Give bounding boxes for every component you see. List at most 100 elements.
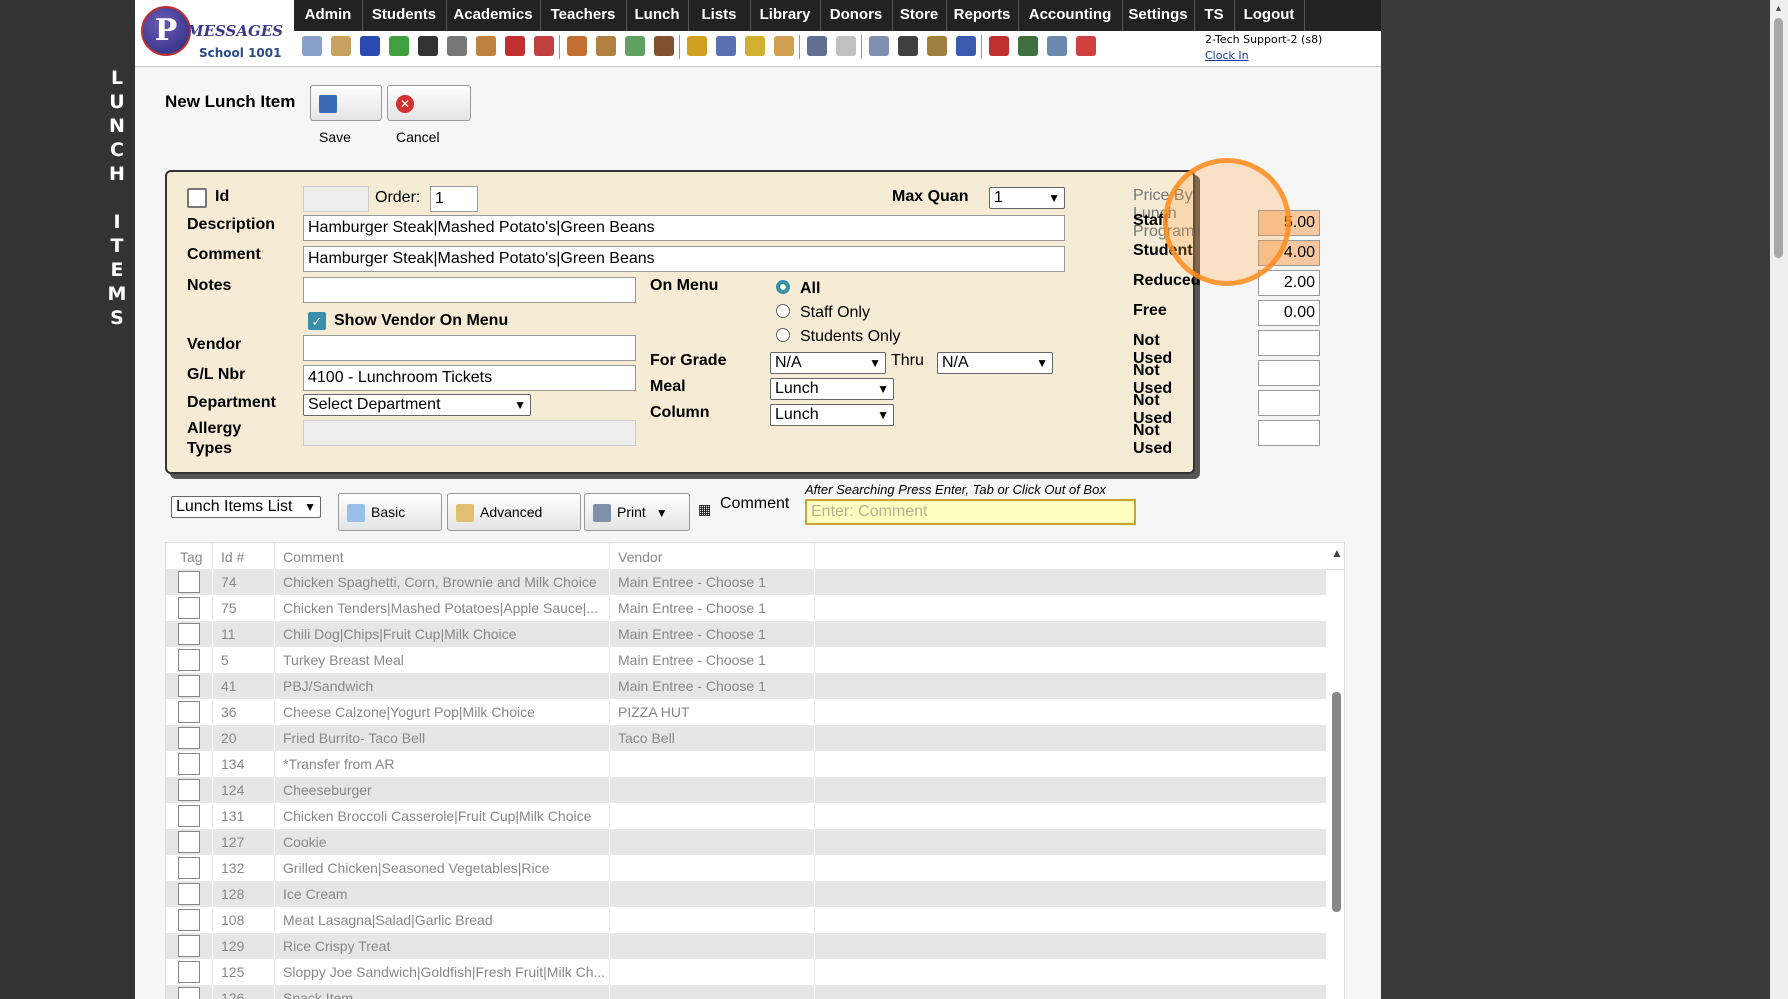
row-tag-checkbox[interactable] xyxy=(178,961,200,983)
group-icon[interactable] xyxy=(654,36,674,56)
row-tag-checkbox[interactable] xyxy=(178,883,200,905)
on-menu-all-radio[interactable] xyxy=(776,280,790,294)
document-icon[interactable] xyxy=(476,36,496,56)
header-vendor[interactable]: Vendor xyxy=(618,549,662,565)
table-row[interactable]: 20 Fried Burrito- Taco Bell Taco Bell xyxy=(166,725,1326,751)
order-input[interactable]: 1 xyxy=(430,186,478,212)
notes-input[interactable] xyxy=(303,277,636,303)
table-row[interactable]: 124 Cheeseburger xyxy=(166,777,1326,803)
department-select[interactable]: Select Department ▼ xyxy=(303,394,531,416)
menu-ts[interactable]: TS xyxy=(1194,0,1235,31)
staff-icon[interactable] xyxy=(807,36,827,56)
description-input[interactable]: Hamburger Steak|Mashed Potato's|Green Be… xyxy=(303,215,1065,241)
grid-icon[interactable] xyxy=(331,36,351,56)
list-icon[interactable] xyxy=(869,36,889,56)
help-icon[interactable] xyxy=(1047,36,1067,56)
receipt-icon[interactable] xyxy=(774,36,794,56)
gl-input[interactable]: 4100 - Lunchroom Tickets xyxy=(303,365,636,391)
allergy-types-field[interactable] xyxy=(303,420,636,446)
on-menu-staff-radio[interactable] xyxy=(776,304,790,318)
table-row[interactable]: 11 Chili Dog|Chips|Fruit Cup|Milk Choice M… xyxy=(166,621,1326,647)
price-input[interactable]: 2.00 xyxy=(1258,270,1320,296)
menu-settings[interactable]: Settings xyxy=(1122,0,1195,31)
table-row[interactable]: 125 Sloppy Joe Sandwich|Goldfish|Fresh Fr… xyxy=(166,959,1326,985)
menu-reports[interactable]: Reports xyxy=(946,0,1019,31)
print-button[interactable]: Print ▼ xyxy=(584,493,690,531)
row-tag-checkbox[interactable] xyxy=(178,857,200,879)
menu-logout[interactable]: Logout xyxy=(1234,0,1305,31)
row-tag-checkbox[interactable] xyxy=(178,571,200,593)
price-input[interactable]: 0.00 xyxy=(1258,300,1320,326)
thru-select[interactable]: N/A ▼ xyxy=(937,352,1053,374)
page-scrollbar[interactable]: ▲ xyxy=(1770,0,1788,999)
on-menu-students-radio[interactable] xyxy=(776,328,790,342)
row-tag-checkbox[interactable] xyxy=(178,675,200,697)
pdf-icon[interactable] xyxy=(989,36,1009,56)
column-select[interactable]: Lunch ▼ xyxy=(770,404,894,426)
power-icon[interactable] xyxy=(1076,36,1096,56)
money-icon[interactable] xyxy=(1018,36,1038,56)
row-tag-checkbox[interactable] xyxy=(178,727,200,749)
menu-lunch[interactable]: Lunch xyxy=(626,0,689,31)
row-tag-checkbox[interactable] xyxy=(178,935,200,957)
grid-scroll-thumb[interactable] xyxy=(1332,692,1341,912)
show-vendor-checkbox[interactable]: ✓ xyxy=(308,312,326,330)
table-row[interactable]: 36 Cheese Calzone|Yogurt Pop|Milk Choice P… xyxy=(166,699,1326,725)
menu-donors[interactable]: Donors xyxy=(820,0,893,31)
logo[interactable]: P MESSAGES School 1001 xyxy=(137,2,292,64)
table-row[interactable]: 5 Turkey Breast Meal Main Entree - Choose … xyxy=(166,647,1326,673)
table-row[interactable]: 75 Chicken Tenders|Mashed Potatoes|Apple … xyxy=(166,595,1326,621)
table-row[interactable]: 74 Chicken Spaghetti, Corn, Brownie and M… xyxy=(166,569,1326,595)
id-checkbox[interactable] xyxy=(187,188,207,208)
clock-icon[interactable] xyxy=(836,36,856,56)
list-select[interactable]: Lunch Items List ▼ xyxy=(171,496,321,518)
row-tag-checkbox[interactable] xyxy=(178,805,200,827)
row-tag-checkbox[interactable] xyxy=(178,909,200,931)
scroll-up-icon[interactable]: ▲ xyxy=(1331,546,1343,560)
meal-select[interactable]: Lunch ▼ xyxy=(770,378,894,400)
save-button[interactable]: Save xyxy=(310,85,382,145)
row-tag-checkbox[interactable] xyxy=(178,987,200,999)
scroll-up-icon[interactable]: ▲ xyxy=(1774,3,1783,13)
menu-library[interactable]: Library xyxy=(750,0,821,31)
price-input[interactable] xyxy=(1258,420,1320,446)
vendor-input[interactable] xyxy=(303,335,636,361)
at-icon[interactable] xyxy=(360,36,380,56)
speaker-icon[interactable] xyxy=(447,36,467,56)
row-tag-checkbox[interactable] xyxy=(178,831,200,853)
menu-accounting[interactable]: Accounting xyxy=(1018,0,1123,31)
price-input[interactable] xyxy=(1258,330,1320,356)
pencil-icon[interactable] xyxy=(625,36,645,56)
for-grade-select[interactable]: N/A ▼ xyxy=(770,352,886,374)
table-row[interactable]: 131 Chicken Broccoli Casserole|Fruit Cup|… xyxy=(166,803,1326,829)
bell-icon[interactable] xyxy=(745,36,765,56)
menu-store[interactable]: Store xyxy=(892,0,947,31)
menu-students[interactable]: Students xyxy=(362,0,447,31)
grid-scrollbar[interactable]: ▲ xyxy=(1330,542,1344,999)
menu-teachers[interactable]: Teachers xyxy=(540,0,627,31)
cancel-button[interactable]: ✕ Cancel xyxy=(387,85,471,145)
row-tag-checkbox[interactable] xyxy=(178,701,200,723)
chat-icon[interactable] xyxy=(389,36,409,56)
basic-grid-button[interactable]: Basic Grid xyxy=(338,493,442,556)
header-tag[interactable]: Tag xyxy=(180,549,203,565)
printer-icon[interactable] xyxy=(927,36,947,56)
table-row[interactable]: 129 Rice Crispy Treat xyxy=(166,933,1326,959)
megaphone-icon[interactable] xyxy=(534,36,554,56)
menu-lists[interactable]: Lists xyxy=(688,0,751,31)
table-row[interactable]: 108 Meat Lasagna|Salad|Garlic Bread xyxy=(166,907,1326,933)
header-id[interactable]: Id # xyxy=(221,549,244,565)
table-row[interactable]: 134 *Transfer from AR xyxy=(166,751,1326,777)
table-row[interactable]: 126 Snack Item xyxy=(166,985,1326,999)
row-tag-checkbox[interactable] xyxy=(178,753,200,775)
card-icon[interactable] xyxy=(898,36,918,56)
teacher-icon[interactable] xyxy=(596,36,616,56)
comment-search-input[interactable]: Enter: Comment xyxy=(805,499,1136,525)
advanced-grid-button[interactable]: Advanced Grid xyxy=(447,493,581,556)
table-row[interactable]: 127 Cookie xyxy=(166,829,1326,855)
comment-input[interactable]: Hamburger Steak|Mashed Potato's|Green Be… xyxy=(303,246,1065,272)
menu-academics[interactable]: Academics xyxy=(446,0,541,31)
ap-icon[interactable] xyxy=(956,36,976,56)
table-row[interactable]: 128 Ice Cream xyxy=(166,881,1326,907)
header-comment[interactable]: Comment xyxy=(283,549,344,565)
